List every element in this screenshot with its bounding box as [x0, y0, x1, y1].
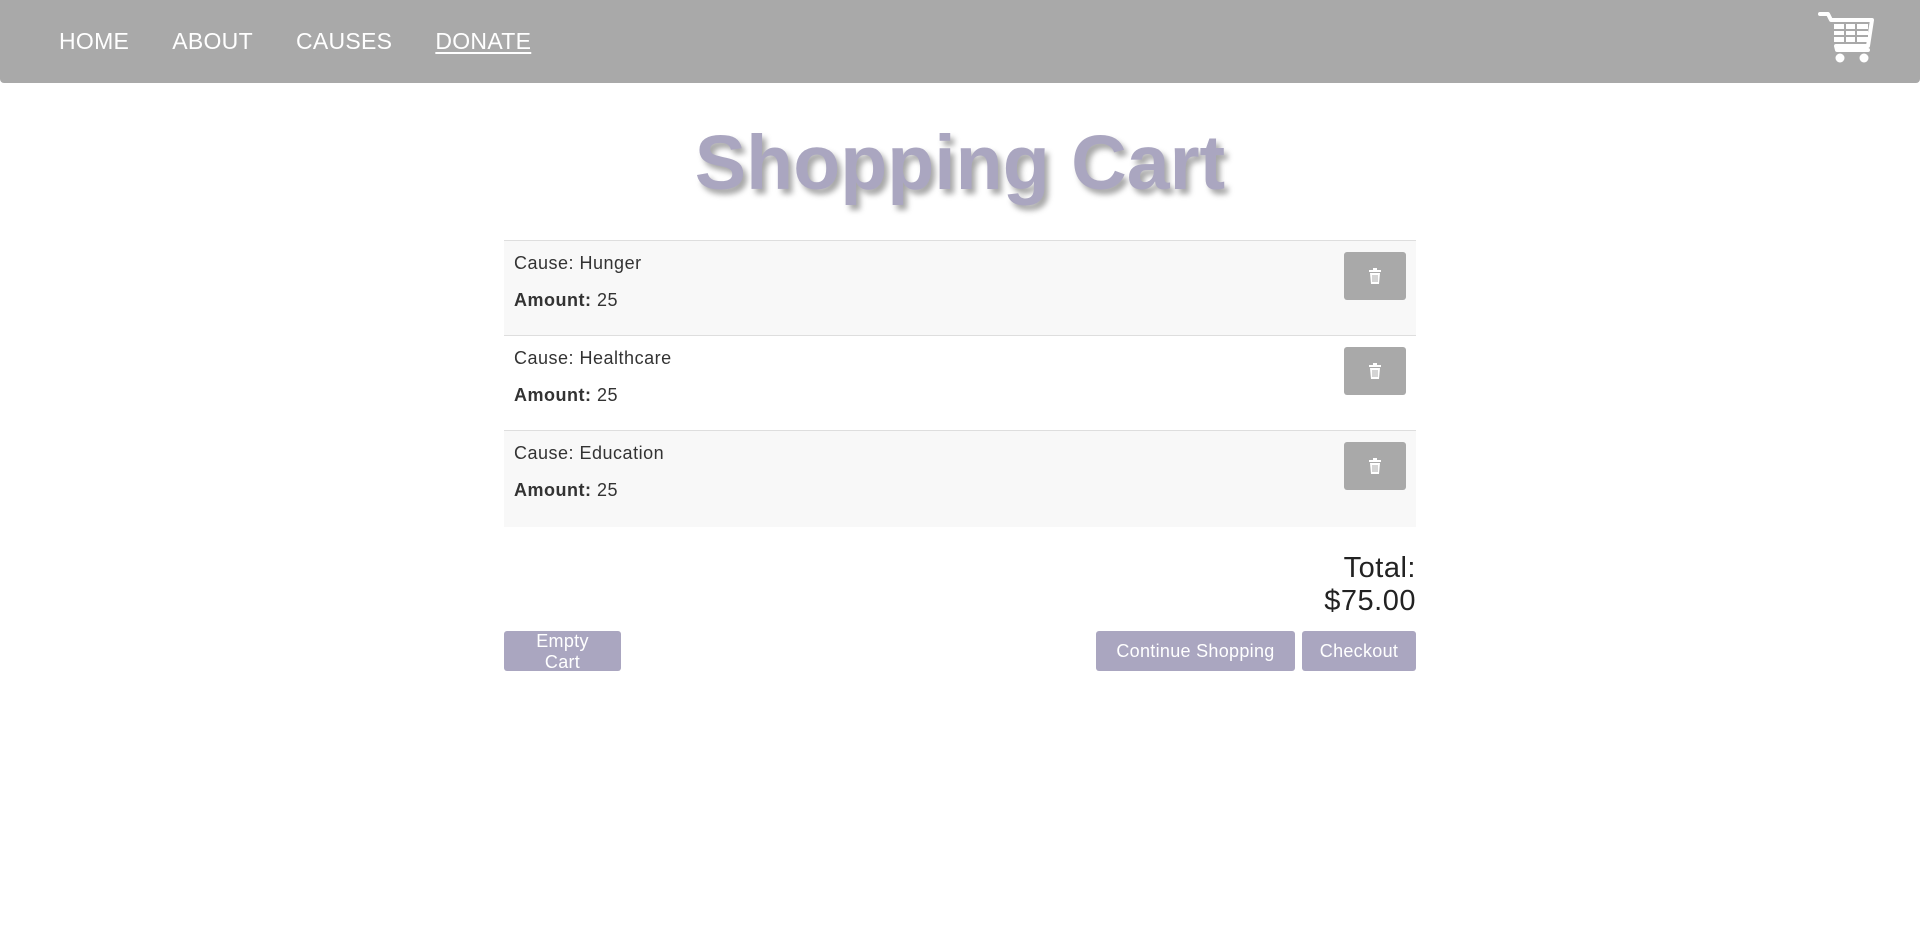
- amount-value: 25: [597, 480, 619, 500]
- amount-value: 25: [597, 290, 619, 310]
- amount-label: Amount:: [514, 385, 592, 405]
- nav-causes-link[interactable]: CAUSES: [296, 26, 392, 56]
- total-value: $75.00: [1324, 585, 1416, 617]
- delete-item-button[interactable]: [1344, 347, 1406, 395]
- cart-item: Cause: Education Amount: 25: [504, 431, 1416, 527]
- nav-home-link[interactable]: HOME: [59, 26, 129, 56]
- amount-label: Amount:: [514, 290, 592, 310]
- cart-icon[interactable]: [1818, 10, 1876, 66]
- checkout-button[interactable]: Checkout: [1302, 631, 1416, 671]
- nav-about-link[interactable]: ABOUT: [172, 26, 253, 56]
- page-title: Shopping Cart: [694, 120, 1226, 206]
- cart-total: Total: $75.00: [1324, 552, 1416, 618]
- item-amount: Amount: 25: [514, 480, 618, 501]
- cart-item: Cause: Hunger Amount: 25: [504, 241, 1416, 336]
- cart-item: Cause: Healthcare Amount: 25: [504, 336, 1416, 431]
- navbar: HOME ABOUT CAUSES DONATE: [0, 0, 1920, 83]
- nav-donate-link[interactable]: DONATE: [435, 26, 531, 56]
- item-cause: Cause: Hunger: [514, 253, 642, 273]
- amount-value: 25: [597, 385, 619, 405]
- continue-shopping-button[interactable]: Continue Shopping: [1096, 631, 1295, 671]
- delete-item-button[interactable]: [1344, 442, 1406, 490]
- total-label: Total:: [1343, 552, 1416, 584]
- item-amount: Amount: 25: [514, 290, 618, 311]
- item-cause: Cause: Healthcare: [514, 348, 672, 368]
- trash-icon: [1369, 363, 1381, 379]
- nav-links: HOME ABOUT CAUSES DONATE: [59, 26, 574, 56]
- empty-cart-button[interactable]: Empty Cart: [504, 631, 621, 672]
- trash-icon: [1369, 268, 1381, 284]
- trash-icon: [1369, 458, 1381, 474]
- amount-label: Amount:: [514, 480, 592, 500]
- delete-item-button[interactable]: [1344, 252, 1406, 300]
- item-cause: Cause: Education: [514, 443, 665, 463]
- cart-list: Cause: Hunger Amount: 25 Cause: Healthca…: [504, 240, 1416, 527]
- item-amount: Amount: 25: [514, 385, 618, 406]
